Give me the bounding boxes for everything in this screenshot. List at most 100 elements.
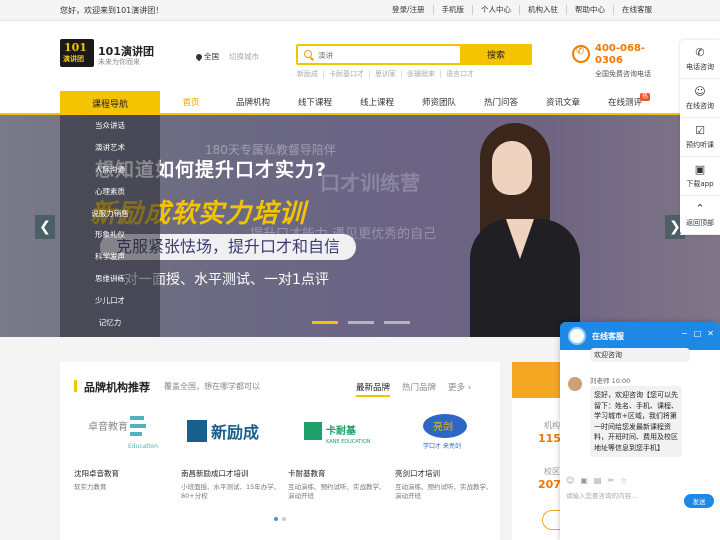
course-category-item[interactable]: 说服力销售	[60, 202, 160, 224]
mobile-version-link[interactable]: 手机版	[432, 5, 473, 15]
page-dot[interactable]	[282, 517, 286, 521]
nav-teachers[interactable]: 师资团队	[408, 91, 470, 113]
emoji-icon[interactable]: ☺	[566, 476, 574, 485]
file-icon[interactable]: ▤	[594, 476, 602, 485]
brand-card[interactable]: 卓音教育 Education 沈阳卓音教育 软实力教育	[74, 406, 174, 506]
maximize-icon[interactable]: □	[694, 329, 702, 338]
current-city: 全国	[204, 52, 219, 61]
message-time: 10:00	[611, 377, 631, 385]
hot-search-words: 新励成 卡耐基口才 思训家 张珊就来 语言口才	[297, 70, 479, 78]
course-category-item[interactable]: 人际沟通	[60, 159, 160, 181]
course-category-item[interactable]: 演讲艺术	[60, 137, 160, 159]
logo-text: 卓音教育	[88, 420, 128, 433]
hot-word-link[interactable]: 卡耐基口才	[323, 70, 369, 78]
tab-hot-brands[interactable]: 热门品牌	[402, 381, 436, 397]
banner-dot[interactable]	[384, 321, 410, 324]
screenshot-icon[interactable]: ✂	[607, 476, 614, 485]
logo-mark-number: 101	[64, 41, 87, 54]
chat-toolbar: ☺ ▣ ▤ ✂ ☆	[566, 476, 627, 485]
sidebar-label: 返回顶部	[686, 218, 714, 227]
city-selector[interactable]: 全国 切换城市	[194, 51, 259, 62]
course-category-item[interactable]: 记忆力	[60, 311, 160, 333]
logo-text: 新励成	[211, 423, 259, 442]
search-input[interactable]	[318, 48, 458, 62]
page-dot[interactable]	[274, 517, 278, 521]
chat-message: 您好，欢迎咨询【您可以先留下：姓名、手机、课程、学习城市+区域，我们将第一时间给…	[590, 386, 682, 457]
sidebar-download-app[interactable]: ▣ 下载app	[680, 157, 720, 196]
brand-name: 卡耐基教育	[288, 469, 326, 478]
sidebar-label: 预约听课	[686, 140, 714, 149]
help-center-link[interactable]: 帮助中心	[566, 5, 613, 15]
brand-desc: 互动演练、预约试听、实战教学、演动开班	[395, 483, 493, 500]
search-button[interactable]: 搜索	[460, 44, 532, 65]
nav-offline-courses[interactable]: 线下课程	[284, 91, 346, 113]
sidebar-online-consult[interactable]: ☺ 在线咨询	[680, 79, 720, 118]
login-register-link[interactable]: 登录/注册	[384, 5, 433, 15]
course-category-item[interactable]: 形象礼仪	[60, 224, 160, 246]
sidebar-back-to-top[interactable]: ⌃ 返回顶部	[680, 196, 720, 235]
brand-card[interactable]: 亮剑 学口才 来亮剑 亮剑口才培训 互动演练、预约试听、实战教学、演动开班	[395, 406, 495, 506]
brand-recommend-section: 品牌机构推荐 覆盖全国，想在哪学都可以 最新品牌 热门品牌 更多 › 卓音教育 …	[60, 362, 500, 540]
nav-articles[interactable]: 资讯文章	[532, 91, 594, 113]
hot-word-link[interactable]: 张珊就来	[401, 70, 440, 78]
close-icon[interactable]: ✕	[707, 329, 714, 338]
course-category-item[interactable]: 心理素质	[60, 180, 160, 202]
institution-join-link[interactable]: 机构入驻	[519, 5, 566, 15]
agent-meta: 刘老师 10:00	[590, 375, 630, 385]
hotline-note: 全国免费咨询电话	[595, 70, 651, 78]
nav-online-courses[interactable]: 线上课程	[346, 91, 408, 113]
minimize-icon[interactable]: −	[681, 329, 688, 338]
image-icon[interactable]: ▣	[580, 476, 588, 485]
hot-word-link[interactable]: 思训家	[369, 70, 401, 78]
search-icon	[304, 50, 312, 58]
brand-name: 南昌新励成口才培训	[181, 469, 249, 478]
sidebar-label: 电话咨询	[686, 62, 714, 71]
brand-card[interactable]: 新励成 南昌新励成口才培训 小班面授、水平测试、15年办学、80+分校	[181, 406, 281, 506]
send-button[interactable]: 发送	[684, 494, 714, 508]
brand-tabs: 最新品牌 热门品牌 更多 ›	[356, 381, 471, 397]
chat-greeting: 欢迎咨询	[590, 348, 690, 362]
course-category-item[interactable]: 思维训练	[60, 268, 160, 290]
logo-mark-text: 演讲团	[63, 55, 84, 63]
switch-city-link[interactable]: 切换城市	[229, 51, 259, 62]
online-service-link[interactable]: 在线客服	[613, 5, 660, 15]
sidebar-label: 下载app	[686, 179, 714, 188]
brand-card[interactable]: 卡耐基 KANE EDUCATION 卡耐基教育 互动演练、预约试听、实战教学、…	[288, 406, 388, 506]
nav-qa[interactable]: 热门问答	[470, 91, 532, 113]
course-category-item[interactable]: 当众讲话	[60, 115, 160, 137]
nav-brands[interactable]: 品牌机构	[222, 91, 284, 113]
user-center-link[interactable]: 个人中心	[472, 5, 519, 15]
welcome-text: 您好，欢迎来到101演讲团！	[60, 6, 164, 15]
more-link[interactable]: 更多 ›	[448, 381, 471, 397]
course-category-item[interactable]: 科学发声	[60, 246, 160, 268]
banner-prev-button[interactable]: ❮	[35, 215, 55, 239]
hot-badge: 热	[639, 93, 650, 101]
banner-pagination	[312, 321, 410, 324]
main-nav: 课程导航 首页 品牌机构 线下课程 线上课程 师资团队 热门问答 资讯文章 在线…	[0, 91, 720, 115]
phone-icon: ✆	[695, 45, 705, 59]
service-avatar	[568, 327, 586, 345]
rating-icon[interactable]: ☆	[620, 476, 627, 485]
tab-latest-brands[interactable]: 最新品牌	[356, 381, 391, 397]
stat-value: 115	[538, 432, 561, 445]
course-category-item[interactable]: 少儿口才	[60, 289, 160, 311]
banner-dot[interactable]	[312, 321, 338, 324]
sidebar-phone-consult[interactable]: ✆ 电话咨询	[680, 40, 720, 79]
stat-label: 校区	[544, 467, 560, 476]
brand-desc: 互动演练、预约试听、实战教学、演动开班	[288, 483, 386, 500]
banner-dot[interactable]	[348, 321, 374, 324]
logo-subtext: Education	[128, 443, 158, 450]
chat-input[interactable]: 请输入您要咨询的内容…	[566, 490, 638, 500]
site-logo[interactable]: 101 演讲团	[60, 39, 94, 67]
banner-ghost-text: 口才训练营	[320, 171, 420, 195]
nav-home[interactable]: 首页	[160, 91, 222, 113]
brand-name: 亮剑口才培训	[395, 469, 440, 478]
nav-assessment[interactable]: 在线测评 热	[594, 91, 656, 113]
hot-word-link[interactable]: 语言口才	[440, 70, 479, 78]
course-guide-tab[interactable]: 课程导航	[60, 91, 160, 115]
brand-logo: 卡耐基 KANE EDUCATION	[288, 406, 388, 458]
brand-desc: 软实力教育	[74, 483, 107, 491]
hot-word-link[interactable]: 新励成	[297, 70, 323, 78]
agent-name: 刘老师	[590, 377, 610, 385]
sidebar-book-trial[interactable]: ☑ 预约听课	[680, 118, 720, 157]
